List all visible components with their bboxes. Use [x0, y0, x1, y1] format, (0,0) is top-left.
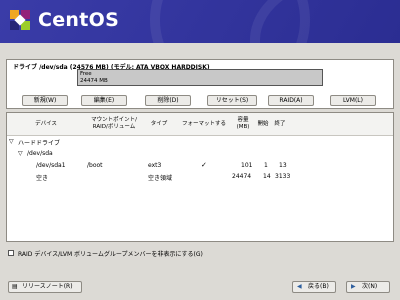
row-device: 空き	[36, 175, 49, 182]
row-device: /dev/sda1	[36, 162, 66, 169]
raid-button[interactable]: RAID(A)	[268, 95, 314, 106]
format-check-icon: ✓	[201, 161, 207, 169]
free-size: 24474 MB	[80, 78, 108, 84]
notes-icon: ▤	[12, 283, 18, 290]
row-start: 14	[263, 173, 271, 180]
reset-button[interactable]: リセット(S)	[207, 95, 257, 106]
row-size: 24474	[232, 173, 252, 180]
hide-raid-lvm-checkbox[interactable]	[8, 250, 14, 256]
col-end[interactable]: 終了	[272, 113, 288, 135]
col-type[interactable]: タイプ	[145, 113, 173, 135]
release-notes-button[interactable]: ▤ リリースノート(R)	[8, 281, 82, 293]
next-arrow-icon: ▶	[351, 283, 356, 290]
free-label: Free	[80, 71, 92, 77]
row-end: 13	[279, 162, 287, 169]
centos-logo-icon	[10, 10, 30, 30]
table-header: デバイス マウントポイント/ RAID/ボリューム タイプ フォーマットする 容…	[7, 113, 393, 136]
row-end: 3133	[275, 173, 291, 180]
lvm-button[interactable]: LVM(L)	[330, 95, 376, 106]
delete-button[interactable]: 削除(D)	[145, 95, 191, 106]
logo-text: CentOS	[38, 9, 120, 31]
col-format[interactable]: フォーマットする	[175, 113, 233, 135]
edit-button[interactable]: 編集(E)	[81, 95, 127, 106]
col-start[interactable]: 開始	[256, 113, 270, 135]
header-banner: CentOS	[0, 0, 400, 43]
new-button[interactable]: 新規(W)	[22, 95, 68, 106]
col-mount[interactable]: マウントポイント/ RAID/ボリューム	[85, 113, 143, 135]
row-type: ext3	[148, 162, 162, 169]
row-mount: /boot	[87, 162, 103, 169]
row-type: 空き領域	[148, 175, 173, 182]
back-arrow-icon: ◀	[297, 283, 302, 290]
back-label: 戻る(B)	[308, 283, 329, 290]
col-size[interactable]: 容量 (MB)	[232, 113, 254, 135]
drive-free-space-bar[interactable]: Free 24474 MB	[77, 69, 323, 86]
row-size: 101	[241, 162, 253, 169]
expander-arrow-icon[interactable]: ▽	[9, 138, 14, 145]
back-button[interactable]: ◀ 戻る(B)	[292, 281, 336, 293]
release-notes-label: リリースノート(R)	[22, 283, 73, 290]
banner-decoration	[250, 0, 400, 43]
tree-disk-label[interactable]: /dev/sda	[27, 150, 53, 157]
row-start: 1	[264, 162, 268, 169]
col-device[interactable]: デバイス	[25, 113, 67, 135]
tree-root-label[interactable]: ハードドライブ	[18, 138, 60, 147]
next-button[interactable]: ▶ 次(N)	[346, 281, 390, 293]
partition-table[interactable]: デバイス マウントポイント/ RAID/ボリューム タイプ フォーマットする 容…	[6, 112, 394, 242]
hide-raid-lvm-label: RAID デバイス/LVM ボリュームグループメンバーを非表示にする(G)	[18, 251, 203, 258]
expander-arrow-icon[interactable]: ▽	[18, 150, 23, 157]
next-label: 次(N)	[362, 283, 378, 290]
